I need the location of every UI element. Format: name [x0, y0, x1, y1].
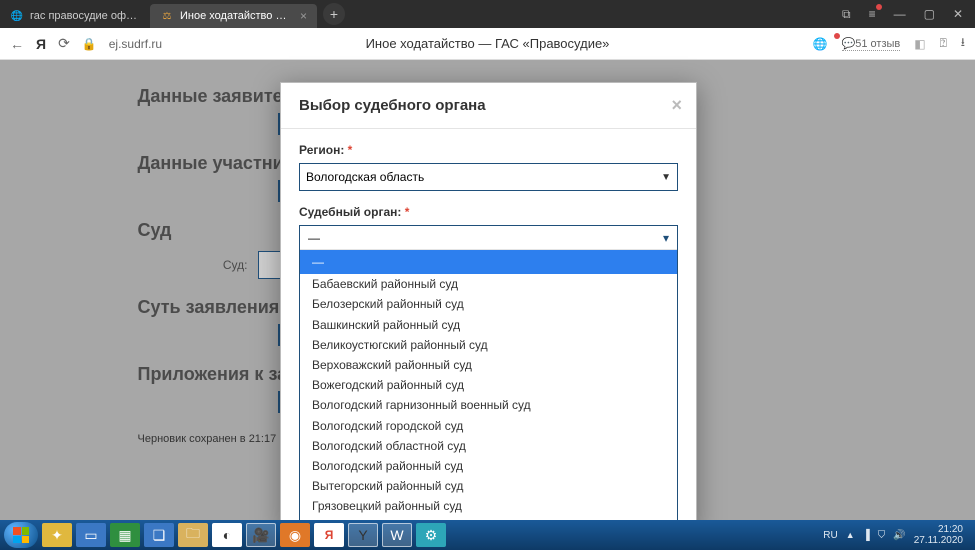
tray-shield-icon[interactable]: ⛉: [878, 530, 886, 541]
taskbar-word[interactable]: W: [382, 523, 412, 547]
court-option[interactable]: Вожегодский районный суд: [300, 375, 677, 395]
page-title: Иное ходатайство — ГАС «Правосудие»: [366, 36, 610, 51]
taskbar-app-2[interactable]: ▭: [76, 523, 106, 547]
court-option[interactable]: —: [300, 250, 677, 274]
start-button[interactable]: [4, 522, 38, 548]
court-value: —: [308, 231, 320, 245]
translate-icon[interactable]: 🌐: [813, 37, 828, 51]
court-option[interactable]: Вашкинский районный суд: [300, 315, 677, 335]
court-option[interactable]: Бабаевский районный суд: [300, 274, 677, 294]
address-bar: ← Я ⟳ 🔒 ej.sudrf.ru Иное ходатайство — Г…: [0, 28, 975, 60]
browser-tab-1[interactable]: ⚖ Иное ходатайство — Г… ×: [150, 4, 317, 28]
extension-icon[interactable]: ⍰: [940, 36, 947, 51]
windows-logo-icon: [13, 527, 29, 543]
reload-button[interactable]: ⟳: [58, 35, 70, 52]
window-menu-icon[interactable]: ≡: [869, 7, 876, 21]
window-close-icon[interactable]: ✕: [953, 7, 963, 21]
court-options-list[interactable]: —Бабаевский районный судБелозерский райо…: [300, 250, 677, 520]
region-select[interactable]: Вологодская область ▼: [299, 163, 678, 191]
region-label: Регион: *: [299, 143, 678, 157]
back-button[interactable]: ←: [10, 36, 24, 52]
court-option[interactable]: Великоустюгский районный суд: [300, 335, 677, 355]
court-select-modal: Выбор судебного органа × Регион: * Волог…: [280, 82, 697, 530]
court-select-open[interactable]: — ▾ —Бабаевский районный судБелозерский …: [299, 225, 678, 521]
tray-volume-icon[interactable]: 🔊: [893, 530, 905, 541]
yandex-icon[interactable]: Я: [36, 36, 46, 52]
lock-icon: 🔒: [82, 37, 97, 51]
close-icon[interactable]: ×: [300, 9, 307, 23]
taskbar-app-1[interactable]: ✦: [42, 523, 72, 547]
taskbar-chrome[interactable]: ◐: [212, 523, 242, 547]
browser-tabstrip: 🌐 гас правосудие официаль ⚖ Иное ходатай…: [0, 0, 975, 28]
system-tray[interactable]: RU ▲ ▐ ⛉ 🔊 21:20 27.11.2020: [823, 524, 971, 546]
bookmark-icon[interactable]: ◧: [914, 37, 925, 51]
court-option[interactable]: Грязовецкий районный суд: [300, 496, 677, 516]
taskbar-clock[interactable]: 21:20 27.11.2020: [914, 524, 963, 546]
taskbar-excel[interactable]: ▦: [110, 523, 140, 547]
favicon-globe-icon: 🌐: [10, 9, 24, 23]
taskbar-app-4[interactable]: ❏: [144, 523, 174, 547]
lang-indicator[interactable]: RU: [823, 530, 837, 541]
reviews-badge[interactable]: 💬51 отзыв: [842, 37, 901, 51]
tray-flag-icon[interactable]: ▐: [863, 530, 870, 541]
chevron-down-icon: ▼: [661, 172, 671, 183]
window-copy-icon[interactable]: ⧉: [842, 7, 851, 22]
court-option[interactable]: Вологодский городской суд: [300, 416, 677, 436]
browser-tab-0[interactable]: 🌐 гас правосудие официаль: [0, 4, 150, 28]
taskbar: ✦ ▭ ▦ ❏ 🗀 ◐ 🎥 ◉ Я Y W ⚙ RU ▲ ▐ ⛉ 🔊 21:20…: [0, 520, 975, 550]
tray-expand-icon[interactable]: ▲: [846, 530, 855, 540]
taskbar-explorer[interactable]: 🗀: [178, 523, 208, 547]
chevron-down-icon: ▾: [663, 231, 669, 245]
download-icon[interactable]: ⭳: [961, 33, 965, 54]
court-option[interactable]: Верховажский районный суд: [300, 355, 677, 375]
window-minimize-icon[interactable]: —: [894, 7, 906, 21]
tab-title: Иное ходатайство — Г…: [180, 10, 290, 22]
court-option[interactable]: Вологодский гарнизонный военный суд: [300, 395, 677, 415]
court-option[interactable]: Вологодский районный суд: [300, 456, 677, 476]
new-tab-button[interactable]: +: [323, 3, 345, 25]
court-option[interactable]: Вытегорский районный суд: [300, 476, 677, 496]
court-option[interactable]: Вологодский областной суд: [300, 436, 677, 456]
court-field-label: Суд:: [138, 258, 248, 272]
close-icon[interactable]: ×: [671, 95, 682, 116]
url-text[interactable]: ej.sudrf.ru: [109, 37, 162, 51]
window-maximize-icon[interactable]: ▢: [924, 7, 935, 21]
taskbar-yandex-browser[interactable]: Y: [348, 523, 378, 547]
taskbar-app-zoom[interactable]: 🎥: [246, 523, 276, 547]
court-label: Судебный орган: *: [299, 205, 678, 219]
favicon-scales-icon: ⚖: [160, 9, 174, 23]
tab-title: гас правосудие официаль: [30, 10, 140, 22]
region-value: Вологодская область: [306, 170, 424, 184]
court-option[interactable]: Белозерский районный суд: [300, 294, 677, 314]
taskbar-app-8[interactable]: ◉: [280, 523, 310, 547]
modal-title: Выбор судебного органа ×: [281, 83, 696, 129]
taskbar-app-12[interactable]: ⚙: [416, 523, 446, 547]
taskbar-yandex-search[interactable]: Я: [314, 523, 344, 547]
